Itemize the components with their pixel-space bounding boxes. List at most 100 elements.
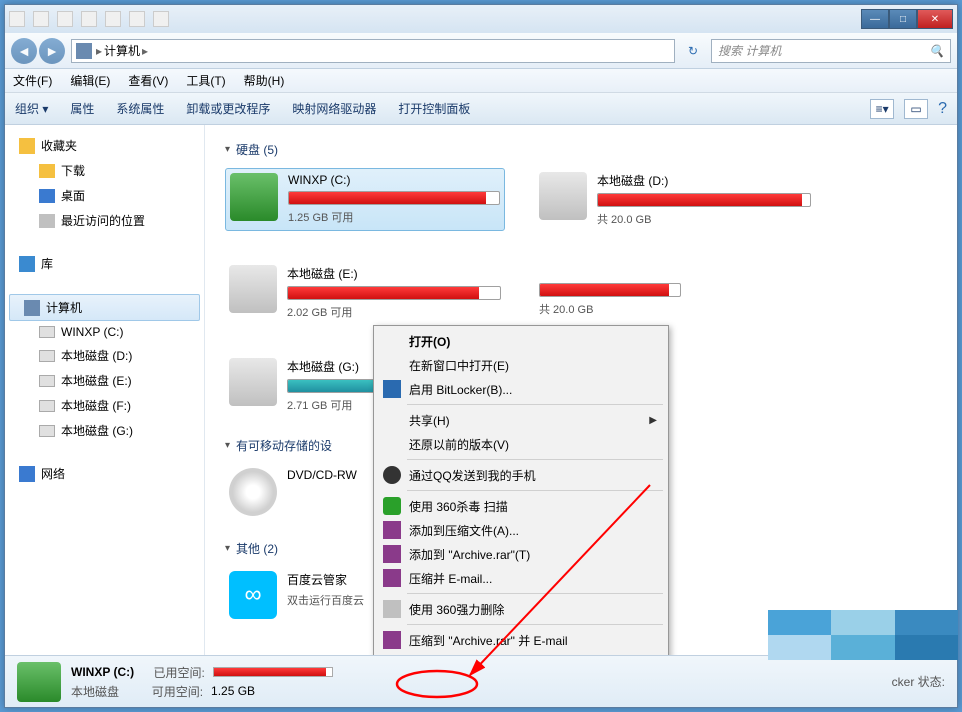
status-bitlocker: cker 状态:	[892, 673, 945, 690]
drive-free: 1.25 GB 可用	[288, 209, 500, 225]
archive-icon	[383, 631, 401, 649]
sidebar-drive-d[interactable]: 本地磁盘 (D:)	[5, 343, 204, 368]
cm-360-delete[interactable]: 使用 360强力删除	[377, 597, 665, 621]
sidebar-drive-g[interactable]: 本地磁盘 (G:)	[5, 418, 204, 443]
menu-file[interactable]: 文件(F)	[13, 72, 52, 89]
search-input[interactable]: 搜索 计算机 🔍	[711, 39, 951, 63]
search-placeholder: 搜索 计算机	[718, 42, 781, 59]
drive-free: 共 20.0 GB	[597, 211, 811, 227]
sidebar-favorites[interactable]: 收藏夹	[5, 133, 204, 158]
archive-icon	[383, 545, 401, 563]
cm-qq-send[interactable]: 通过QQ发送到我的手机	[377, 463, 665, 487]
drive-partial[interactable]: 共 20.0 GB	[535, 261, 685, 324]
sidebar: 收藏夹 下载 桌面 最近访问的位置 库 计算机 WINXP (C:) 本地磁盘 …	[5, 125, 205, 655]
sidebar-drive-e[interactable]: 本地磁盘 (E:)	[5, 368, 204, 393]
cloud-icon: ∞	[229, 571, 277, 619]
map-network-button[interactable]: 映射网络驱动器	[292, 100, 376, 117]
sidebar-drive-c[interactable]: WINXP (C:)	[5, 321, 204, 343]
cm-restore[interactable]: 还原以前的版本(V)	[377, 432, 665, 456]
nav-bar: ◄ ► ▸ 计算机 ▸ ↻ 搜索 计算机 🔍	[5, 33, 957, 69]
drive-c[interactable]: WINXP (C:) 1.25 GB 可用	[225, 168, 505, 231]
delete-icon	[383, 600, 401, 618]
computer-icon	[24, 300, 40, 316]
breadcrumb-computer[interactable]: 计算机	[104, 42, 140, 59]
drive-icon	[39, 400, 55, 412]
taskbar-icons	[9, 11, 861, 27]
sidebar-drive-f[interactable]: 本地磁盘 (F:)	[5, 393, 204, 418]
breadcrumb[interactable]: ▸ 计算机 ▸	[96, 42, 148, 59]
minimize-button[interactable]: —	[861, 9, 889, 29]
qq-icon	[383, 466, 401, 484]
cm-zip-rar-email[interactable]: 压缩到 "Archive.rar" 并 E-mail	[377, 628, 665, 652]
bitlocker-icon	[383, 380, 401, 398]
recent-icon	[39, 214, 55, 228]
library-icon	[19, 256, 35, 272]
drive-icon	[39, 326, 55, 338]
organize-button[interactable]: 组织 ▾	[15, 100, 48, 117]
cm-bitlocker[interactable]: 启用 BitLocker(B)...	[377, 377, 665, 401]
sidebar-desktop[interactable]: 桌面	[5, 183, 204, 208]
status-bar: WINXP (C:) 已用空间: 本地磁盘 可用空间:1.25 GB cker …	[5, 655, 957, 707]
view-mode-button[interactable]: ≡▾	[870, 99, 894, 119]
status-free-space: 1.25 GB	[211, 684, 255, 698]
menu-tools[interactable]: 工具(T)	[186, 72, 225, 89]
control-panel-button[interactable]: 打开控制面板	[398, 100, 470, 117]
menu-help[interactable]: 帮助(H)	[244, 72, 285, 89]
drive-d[interactable]: 本地磁盘 (D:) 共 20.0 GB	[535, 168, 815, 231]
drive-icon	[39, 350, 55, 362]
menu-view[interactable]: 查看(V)	[128, 72, 168, 89]
desktop-icon	[39, 189, 55, 203]
cm-share[interactable]: 共享(H)▶	[377, 408, 665, 432]
sidebar-network[interactable]: 网络	[5, 461, 204, 486]
search-icon: 🔍	[929, 44, 944, 58]
sidebar-recent[interactable]: 最近访问的位置	[5, 208, 204, 233]
drive-e[interactable]: 本地磁盘 (E:) 2.02 GB 可用	[225, 261, 505, 324]
folder-icon	[39, 164, 55, 178]
shield-icon	[383, 497, 401, 515]
address-bar[interactable]: ▸ 计算机 ▸	[71, 39, 675, 63]
drive-label: 本地磁盘 (D:)	[597, 172, 811, 189]
sidebar-downloads[interactable]: 下载	[5, 158, 204, 183]
preview-pane-button[interactable]: ▭	[904, 99, 928, 119]
drive-label: WINXP (C:)	[288, 173, 500, 187]
drive-icon	[229, 265, 277, 313]
sidebar-libraries[interactable]: 库	[5, 251, 204, 276]
forward-button[interactable]: ►	[39, 38, 65, 64]
drive-free: 2.02 GB 可用	[287, 304, 501, 320]
censored-region	[768, 610, 958, 660]
back-button[interactable]: ◄	[11, 38, 37, 64]
close-button[interactable]: ✕	[917, 9, 953, 29]
help-icon[interactable]: ?	[938, 100, 947, 118]
star-icon	[19, 138, 35, 154]
cm-add-archive[interactable]: 添加到压缩文件(A)...	[377, 518, 665, 542]
status-drive-name: WINXP (C:)	[71, 665, 134, 679]
maximize-button[interactable]: □	[889, 9, 917, 29]
network-icon	[19, 466, 35, 482]
drive-icon	[39, 425, 55, 437]
drive-icon	[39, 375, 55, 387]
menu-edit[interactable]: 编辑(E)	[70, 72, 110, 89]
system-properties-button[interactable]: 系统属性	[116, 100, 164, 117]
section-hdd[interactable]: ▾硬盘 (5)	[225, 141, 937, 158]
archive-icon	[383, 521, 401, 539]
properties-button[interactable]: 属性	[70, 100, 94, 117]
explorer-window: — □ ✕ ◄ ► ▸ 计算机 ▸ ↻ 搜索 计算机 🔍 文件(F) 编辑(E)…	[4, 4, 958, 708]
drive-icon	[229, 358, 277, 406]
cm-zip-email[interactable]: 压缩并 E-mail...	[377, 566, 665, 590]
titlebar: — □ ✕	[5, 5, 957, 33]
drive-label: 本地磁盘 (E:)	[287, 265, 501, 282]
drive-free: 共 20.0 GB	[539, 301, 681, 317]
drive-icon	[17, 662, 61, 702]
cm-360-scan[interactable]: 使用 360杀毒 扫描	[377, 494, 665, 518]
refresh-button[interactable]: ↻	[681, 39, 705, 63]
sidebar-computer[interactable]: 计算机	[9, 294, 200, 321]
cm-open[interactable]: 打开(O)	[377, 329, 665, 353]
context-menu: 打开(O) 在新窗口中打开(E) 启用 BitLocker(B)... 共享(H…	[373, 325, 669, 655]
drive-icon	[230, 173, 278, 221]
cm-add-rar[interactable]: 添加到 "Archive.rar"(T)	[377, 542, 665, 566]
uninstall-button[interactable]: 卸载或更改程序	[186, 100, 270, 117]
archive-icon	[383, 569, 401, 587]
cm-new-window[interactable]: 在新窗口中打开(E)	[377, 353, 665, 377]
window-controls: — □ ✕	[861, 9, 953, 29]
toolbar: 组织 ▾ 属性 系统属性 卸载或更改程序 映射网络驱动器 打开控制面板 ≡▾ ▭…	[5, 93, 957, 125]
